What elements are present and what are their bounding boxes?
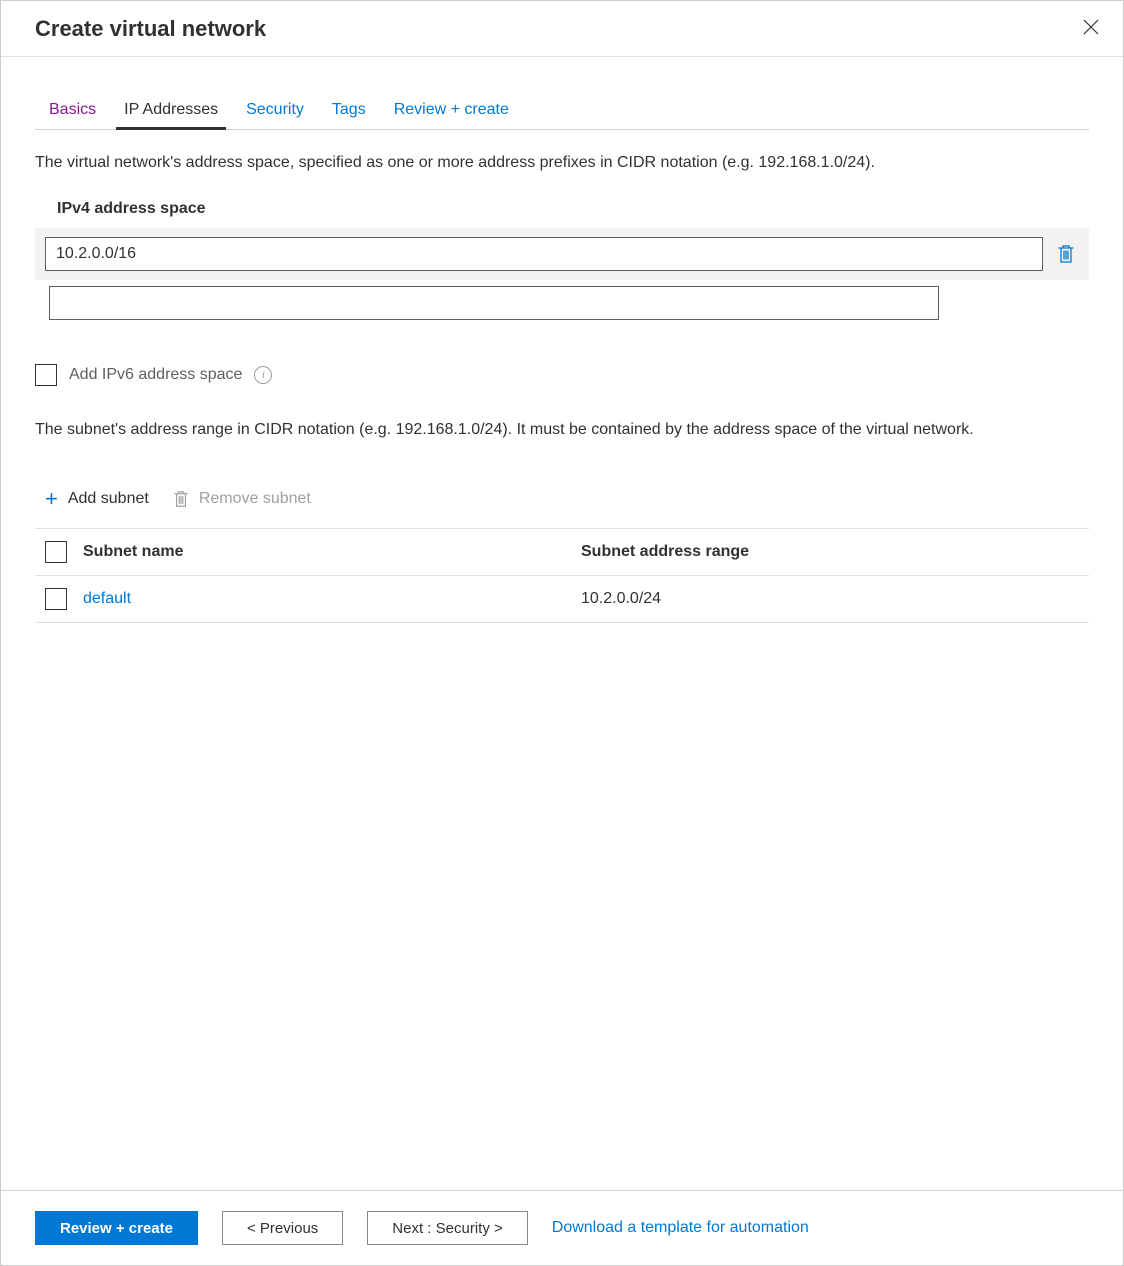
address-space-input[interactable] — [45, 237, 1043, 271]
page-title: Create virtual network — [35, 16, 266, 42]
subnet-range: 10.2.0.0/24 — [581, 590, 1079, 608]
column-header-range: Subnet address range — [581, 543, 1079, 561]
address-space-input-empty[interactable] — [49, 286, 939, 320]
row-checkbox[interactable] — [45, 588, 67, 610]
panel-header: Create virtual network — [1, 1, 1123, 57]
table-row: default 10.2.0.0/24 — [35, 576, 1089, 623]
footer: Review + create < Previous Next : Securi… — [1, 1190, 1123, 1265]
close-icon[interactable] — [1079, 15, 1103, 42]
subnet-header-row: Subnet name Subnet address range — [35, 528, 1089, 576]
select-all-checkbox[interactable] — [45, 541, 67, 563]
ipv6-checkbox[interactable] — [35, 364, 57, 386]
address-space-row — [35, 280, 1089, 328]
subnet-name-link[interactable]: default — [83, 590, 131, 607]
trash-icon — [173, 490, 189, 508]
remove-subnet-button: Remove subnet — [173, 488, 311, 510]
tab-security[interactable]: Security — [232, 93, 318, 129]
column-header-name: Subnet name — [83, 543, 581, 561]
review-create-button[interactable]: Review + create — [35, 1211, 198, 1245]
add-subnet-label: Add subnet — [68, 490, 149, 508]
subnet-actions: + Add subnet Remove subnet — [35, 488, 1089, 510]
next-button[interactable]: Next : Security > — [367, 1211, 527, 1245]
info-icon[interactable]: i — [254, 366, 272, 384]
tab-tags[interactable]: Tags — [318, 93, 380, 129]
address-space-row — [35, 228, 1089, 280]
tabs: Basics IP Addresses Security Tags Review… — [35, 93, 1089, 130]
subnet-table: Subnet name Subnet address range default… — [35, 528, 1089, 623]
download-template-link[interactable]: Download a template for automation — [552, 1219, 809, 1237]
tab-ip-addresses[interactable]: IP Addresses — [110, 93, 232, 129]
ipv6-checkbox-row: Add IPv6 address space i — [35, 364, 1089, 386]
subnet-description: The subnet's address range in CIDR notat… — [35, 418, 1089, 442]
panel-content: Basics IP Addresses Security Tags Review… — [1, 93, 1123, 623]
ipv6-checkbox-label: Add IPv6 address space — [69, 366, 242, 384]
tab-basics[interactable]: Basics — [35, 93, 110, 129]
remove-subnet-label: Remove subnet — [199, 490, 311, 508]
add-subnet-button[interactable]: + Add subnet — [45, 488, 149, 510]
trash-icon[interactable] — [1053, 241, 1079, 267]
ipv4-address-space-block — [35, 228, 1089, 328]
plus-icon: + — [45, 488, 58, 510]
tab-review-create[interactable]: Review + create — [380, 93, 523, 129]
previous-button[interactable]: < Previous — [222, 1211, 343, 1245]
ipv4-section-label: IPv4 address space — [57, 200, 1089, 218]
ipv4-description: The virtual network's address space, spe… — [35, 152, 1089, 174]
